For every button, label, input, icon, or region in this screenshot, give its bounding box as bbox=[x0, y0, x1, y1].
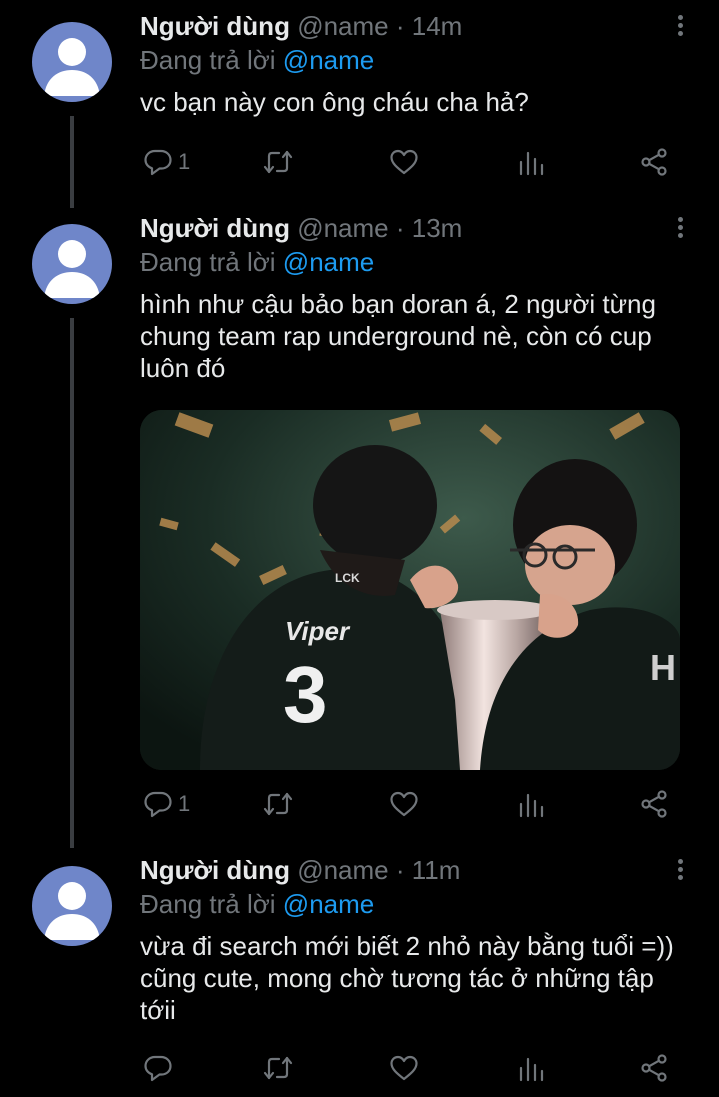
reply-icon bbox=[144, 149, 172, 176]
like-button[interactable] bbox=[388, 786, 420, 822]
more-icon[interactable] bbox=[675, 12, 685, 42]
views-button[interactable] bbox=[516, 786, 548, 822]
share-icon bbox=[641, 1054, 667, 1082]
mention-link[interactable]: @name bbox=[283, 247, 374, 277]
tweet[interactable]: Người dùng @name · 11m Đang trả lời @nam… bbox=[0, 844, 719, 1097]
tweet[interactable]: Người dùng @name · 14m Đang trả lời @nam… bbox=[0, 0, 719, 200]
share-button[interactable] bbox=[638, 786, 670, 822]
svg-text:H: H bbox=[650, 647, 676, 688]
heart-icon bbox=[390, 791, 418, 817]
tweet-photo[interactable]: LCK Viper 3 H bbox=[140, 410, 680, 770]
action-bar bbox=[140, 1050, 688, 1086]
photo-illustration: LCK Viper 3 H bbox=[140, 410, 680, 770]
reply-button[interactable]: 1 bbox=[142, 144, 190, 180]
jersey-name: Viper bbox=[285, 616, 351, 646]
replying-prefix: Đang trả lời bbox=[140, 45, 276, 75]
replying-to: Đang trả lời @name bbox=[140, 888, 688, 920]
timestamp[interactable]: 11m bbox=[412, 855, 461, 885]
timestamp[interactable]: 14m bbox=[412, 11, 463, 41]
replying-prefix: Đang trả lời bbox=[140, 889, 276, 919]
avatar[interactable] bbox=[32, 22, 112, 102]
retweet-button[interactable] bbox=[262, 144, 294, 180]
timestamp[interactable]: 13m bbox=[412, 213, 463, 243]
views-button[interactable] bbox=[516, 144, 548, 180]
tweet-header: Người dùng @name · 13m bbox=[140, 212, 688, 244]
tweet-text: hình như cậu bảo bạn doran á, 2 người từ… bbox=[140, 289, 656, 383]
reply-icon bbox=[144, 791, 172, 818]
heart-icon bbox=[390, 149, 418, 175]
retweet-button[interactable] bbox=[262, 786, 294, 822]
views-button[interactable] bbox=[516, 1050, 548, 1086]
display-name[interactable]: Người dùng bbox=[140, 11, 290, 41]
more-icon[interactable] bbox=[675, 856, 685, 886]
tweet-header: Người dùng @name · 14m bbox=[140, 10, 688, 42]
replying-prefix: Đang trả lời bbox=[140, 247, 276, 277]
reply-count: 1 bbox=[178, 791, 191, 816]
reply-count: 1 bbox=[178, 149, 191, 174]
retweet-button[interactable] bbox=[262, 1050, 294, 1086]
retweet-icon bbox=[263, 150, 293, 174]
share-icon bbox=[641, 148, 667, 176]
avatar[interactable] bbox=[32, 866, 112, 946]
action-bar: 1 bbox=[140, 786, 688, 822]
retweet-icon bbox=[263, 792, 293, 816]
retweet-icon bbox=[263, 1056, 293, 1080]
reply-icon bbox=[144, 1055, 172, 1082]
handle[interactable]: @name bbox=[297, 855, 388, 885]
like-button[interactable] bbox=[388, 144, 420, 180]
views-icon bbox=[519, 151, 544, 176]
avatar[interactable] bbox=[32, 224, 112, 304]
jersey-number: 3 bbox=[283, 650, 328, 739]
tweet-text: vc bạn này con ông cháu cha hả? bbox=[140, 87, 529, 117]
replying-to: Đang trả lời @name bbox=[140, 44, 688, 76]
handle[interactable]: @name bbox=[297, 213, 388, 243]
share-button[interactable] bbox=[638, 1050, 670, 1086]
jersey-brand: LCK bbox=[335, 571, 360, 585]
tweet-header: Người dùng @name · 11m bbox=[140, 854, 688, 886]
more-icon[interactable] bbox=[675, 214, 685, 244]
mention-link[interactable]: @name bbox=[283, 45, 374, 75]
share-icon bbox=[641, 790, 667, 818]
display-name[interactable]: Người dùng bbox=[140, 855, 290, 885]
replying-to: Đang trả lời @name bbox=[140, 246, 688, 278]
reply-button[interactable]: 1 bbox=[142, 786, 190, 822]
separator: · bbox=[395, 855, 405, 885]
separator: · bbox=[395, 213, 405, 243]
mention-link[interactable]: @name bbox=[283, 889, 374, 919]
action-bar: 1 bbox=[140, 144, 688, 180]
separator: · bbox=[395, 11, 405, 41]
views-icon bbox=[519, 1057, 544, 1082]
handle[interactable]: @name bbox=[297, 11, 388, 41]
tweet-text: vừa đi search mới biết 2 nhỏ này bằng tu… bbox=[140, 931, 674, 1025]
share-button[interactable] bbox=[638, 144, 670, 180]
tweet[interactable]: Người dùng @name · 13m Đang trả lời @nam… bbox=[0, 202, 719, 842]
views-icon bbox=[519, 793, 544, 818]
like-button[interactable] bbox=[388, 1050, 420, 1086]
heart-icon bbox=[390, 1055, 418, 1081]
reply-button[interactable] bbox=[142, 1050, 178, 1086]
display-name[interactable]: Người dùng bbox=[140, 213, 290, 243]
